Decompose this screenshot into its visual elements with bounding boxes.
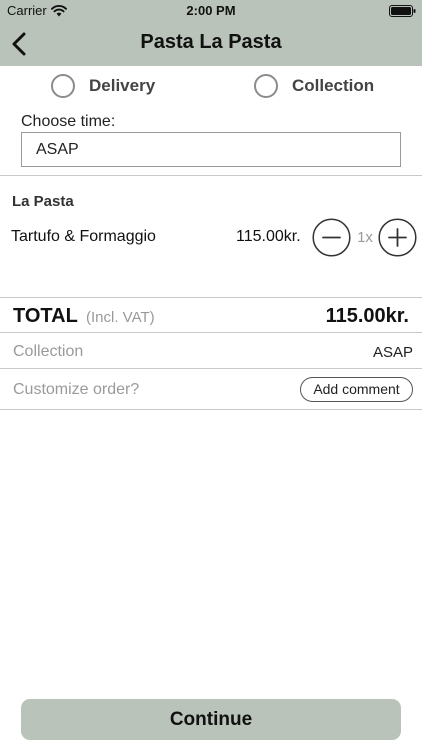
divider bbox=[0, 368, 422, 369]
divider bbox=[0, 332, 422, 333]
delivery-radio[interactable] bbox=[51, 74, 75, 98]
restaurant-name: La Pasta bbox=[12, 193, 74, 210]
battery-icon bbox=[389, 5, 416, 17]
collection-radio[interactable] bbox=[254, 74, 278, 98]
plus-circle-icon[interactable] bbox=[378, 218, 417, 257]
total-amount: 115.00kr. bbox=[325, 305, 409, 327]
choose-time-label: Choose time: bbox=[21, 113, 116, 130]
status-time: 2:00 PM bbox=[186, 3, 236, 18]
total-vat-note: (Incl. VAT) bbox=[86, 309, 155, 326]
divider bbox=[0, 175, 422, 176]
method-label: Collection bbox=[13, 343, 84, 360]
page-title: Pasta La Pasta bbox=[140, 31, 282, 53]
divider bbox=[0, 409, 422, 410]
method-time-value: ASAP bbox=[372, 344, 413, 361]
item-name: Tartufo & Formaggio bbox=[11, 228, 156, 245]
collection-label: Collection bbox=[292, 76, 375, 95]
continue-button[interactable]: Continue bbox=[21, 699, 401, 740]
status-bar: Carrier 2:00 PM bbox=[0, 0, 422, 22]
navigation-header: Carrier 2:00 PM Pasta La Pasta bbox=[0, 0, 422, 66]
collection-option[interactable]: Collection bbox=[254, 71, 374, 101]
item-price: 115.00kr. bbox=[236, 228, 301, 245]
customize-order-label: Customize order? bbox=[13, 381, 140, 398]
minus-circle-icon[interactable] bbox=[312, 218, 351, 257]
delivery-option[interactable]: Delivery bbox=[51, 71, 155, 101]
add-comment-button[interactable]: Add comment bbox=[300, 377, 413, 402]
item-quantity: 1x bbox=[357, 229, 373, 246]
divider bbox=[0, 297, 422, 298]
delivery-label: Delivery bbox=[89, 76, 156, 95]
total-label: TOTAL bbox=[13, 305, 78, 327]
time-field[interactable]: ASAP bbox=[21, 132, 401, 167]
